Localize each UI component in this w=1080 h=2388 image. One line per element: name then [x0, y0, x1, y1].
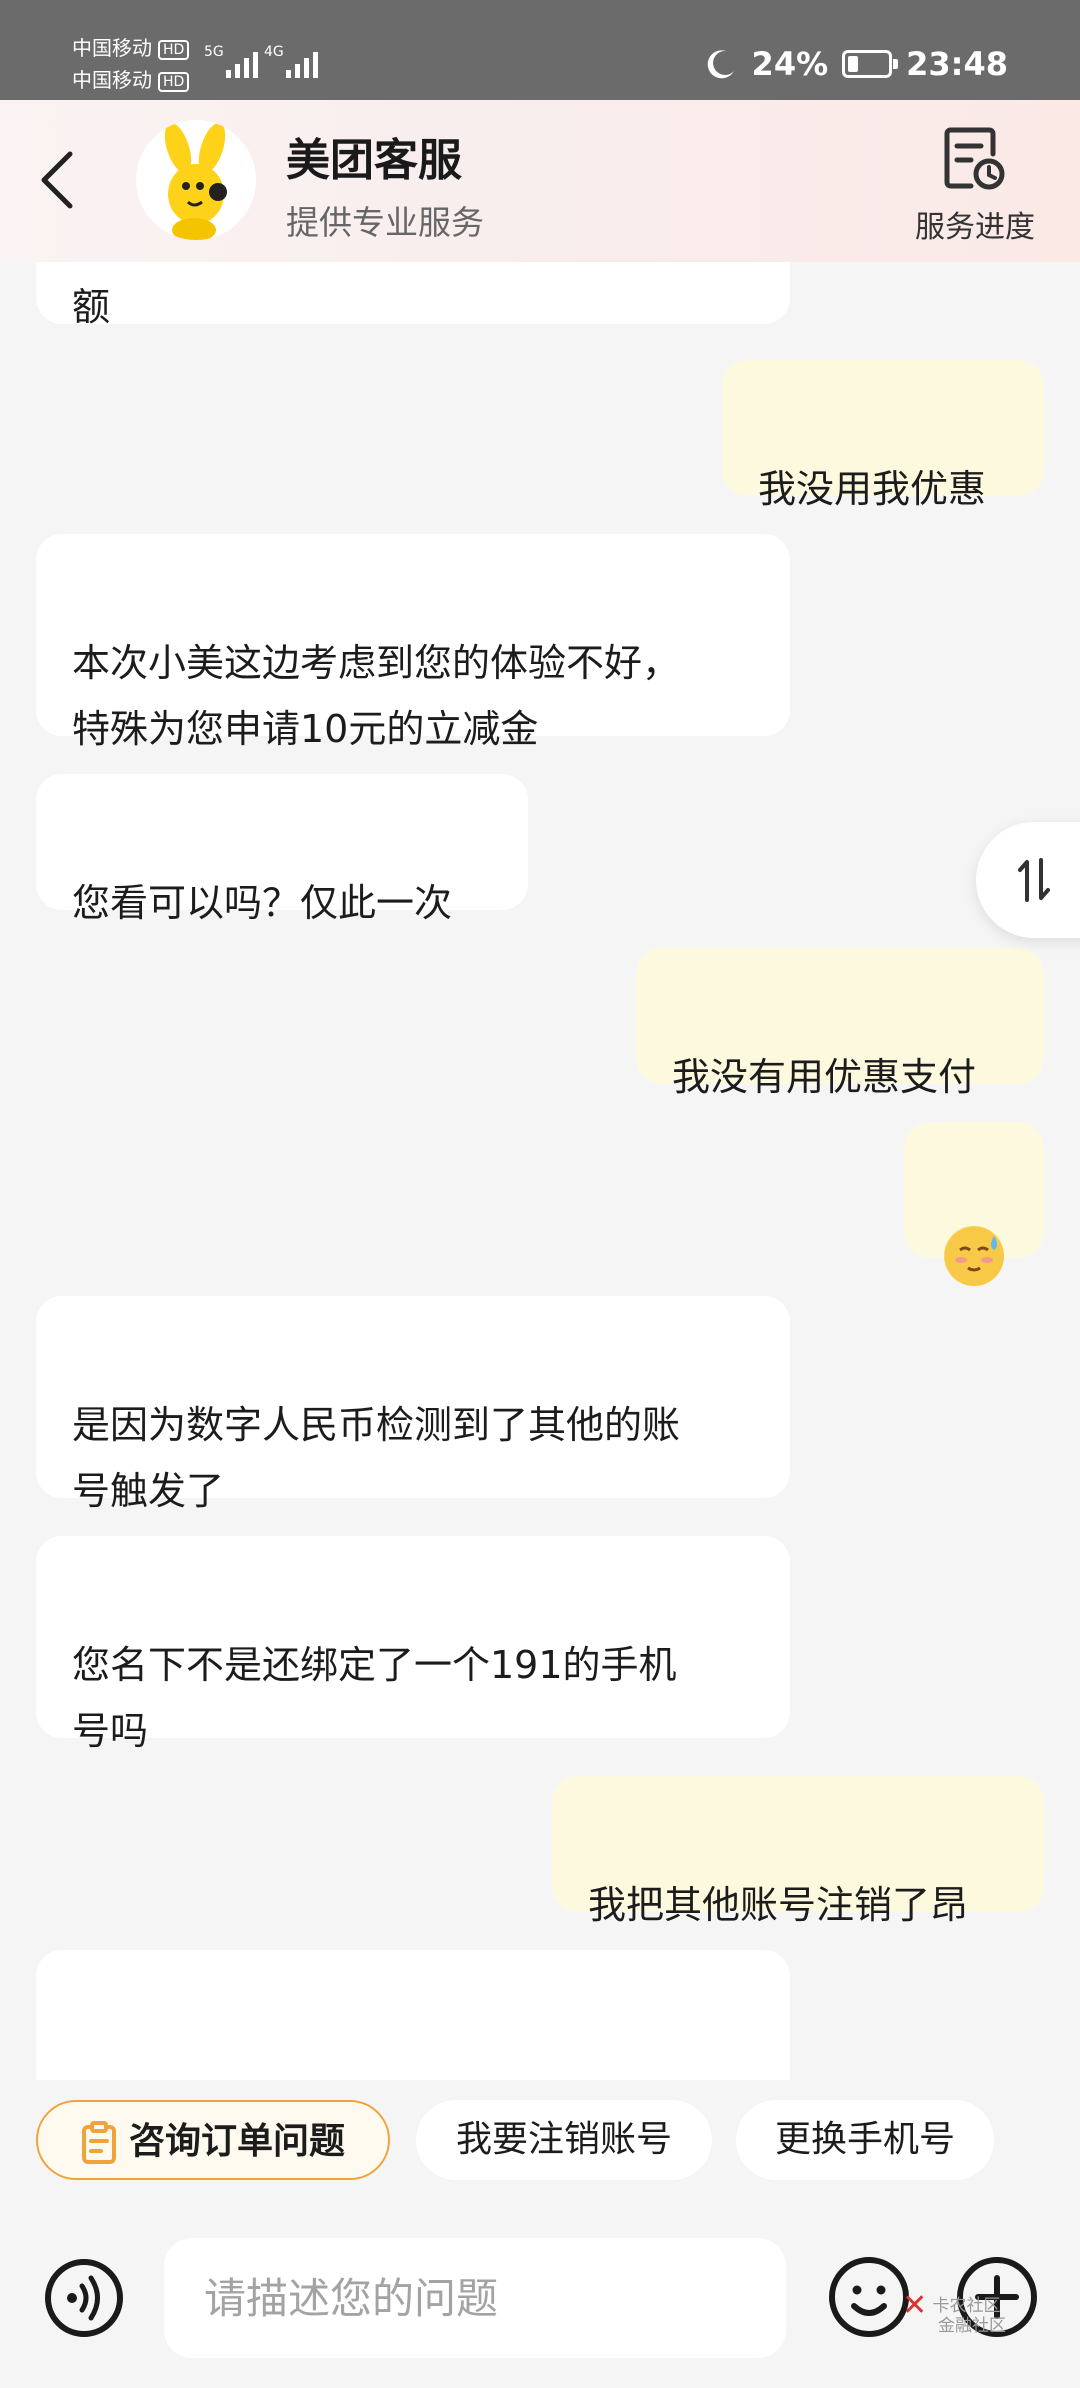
status-right: 24% 23:48	[704, 42, 1008, 86]
message-text: 本次小美这边考虑到您的体验不好， 特殊为您申请10元的立减金	[72, 641, 681, 751]
carrier-1: 中国移动 HD	[72, 36, 190, 60]
voice-icon	[45, 2259, 123, 2337]
agent-message: 您看可以吗？仅此一次	[36, 774, 528, 925]
service-progress-label: 服务进度	[915, 210, 1035, 245]
quick-reply-change-phone[interactable]: 更换手机号	[736, 2100, 994, 2180]
agent-message: 额	[36, 262, 790, 324]
watermark-subtext: 金融社区	[938, 2316, 1006, 2336]
message-text: 我没有用优惠支付	[672, 1055, 977, 1099]
quick-reply-label: 我要注销账号	[455, 2119, 672, 2160]
message-text: 是因为数字人民币检测到了其他的账 号触发了	[72, 1403, 681, 1513]
chevron-left-icon	[41, 151, 73, 209]
battery-percent: 24%	[751, 45, 829, 83]
moon-icon	[707, 50, 734, 79]
chat-header: 美团客服 提供专业服务 服务进度	[0, 100, 1080, 262]
quick-reply-label: 更换手机号	[774, 2119, 955, 2160]
emoji-button[interactable]	[828, 2256, 910, 2338]
watermark-logo-icon: ✕	[902, 2288, 928, 2323]
signal-icon-1	[226, 44, 258, 78]
agent-message: 是因为数字人民币检测到了其他的账 号触发了	[36, 1296, 790, 1513]
scroll-toggle-button[interactable]	[976, 822, 1080, 938]
network-4g-label: 4G	[264, 44, 284, 60]
message-text: 我没用我优惠	[758, 467, 987, 511]
message-text: 您看可以吗？仅此一次	[72, 881, 453, 925]
agent-message: 本次小美这边考虑到您的体验不好， 特殊为您申请10元的立减金	[36, 534, 790, 751]
avatar[interactable]	[136, 120, 256, 240]
hd-badge-2: HD	[158, 71, 190, 92]
signal-icon-2	[286, 44, 318, 78]
document-clock-icon	[944, 127, 1005, 190]
message-text: 额	[72, 285, 111, 324]
carrier-2-label: 中国移动	[72, 68, 152, 92]
network-5g-label: 5G	[204, 44, 224, 60]
message-input[interactable]	[164, 2238, 786, 2358]
quick-reply-order-question[interactable]: 咨询订单问题	[36, 2100, 390, 2180]
message-text: 您名下不是还绑定了一个191的手机 号吗	[72, 1643, 677, 1753]
status-bar: 中国移动 HD 中国移动 HD 5G 4G 24% 23:48	[0, 0, 1080, 100]
quick-reply-label: 咨询订单问题	[128, 2121, 345, 2162]
clipboard-icon	[81, 2121, 116, 2164]
user-message: 我没有用优惠支付	[636, 948, 1044, 1099]
kangaroo-mascot-icon	[164, 123, 227, 240]
message-list[interactable]: 额 我没用我优惠 本次小美这边考虑到您的体验不好， 特殊为您申请10元的立减金 …	[0, 262, 1080, 2080]
message-text: 我把其他账号注销了昂	[588, 1883, 969, 1927]
clock: 23:48	[906, 45, 1008, 83]
agent-message: 您名下不是还绑定了一个191的手机 号吗	[36, 1536, 790, 1753]
battery-icon	[842, 50, 899, 78]
quick-reply-bar: 咨询订单问题 我要注销账号 更换手机号	[0, 2100, 1080, 2184]
back-button[interactable]	[30, 140, 90, 220]
user-message: 我没用我优惠	[722, 360, 1044, 511]
watermark-text: 卡农社区	[932, 2296, 1001, 2316]
chat-subtitle: 提供专业服务	[286, 203, 484, 242]
watermark: ✕ 卡农社区 金融社区	[902, 2291, 1006, 2337]
sweat-smile-emoji	[944, 1226, 1004, 1286]
voice-button[interactable]	[44, 2258, 124, 2338]
swap-vertical-icon	[1018, 858, 1050, 902]
hd-badge-1: HD	[158, 39, 190, 60]
service-progress-button[interactable]: 服务进度	[910, 124, 1040, 246]
carrier-1-label: 中国移动	[72, 36, 152, 60]
user-message	[904, 1122, 1044, 1286]
carrier-2: 中国移动 HD	[72, 68, 190, 92]
chat-title: 美团客服	[286, 135, 462, 186]
smiley-icon	[829, 2257, 909, 2337]
quick-reply-close-account[interactable]: 我要注销账号	[416, 2100, 712, 2180]
agent-message	[36, 1950, 790, 2080]
input-bar: ✕ 卡农社区 金融社区	[0, 2200, 1080, 2388]
user-message: 我把其他账号注销了昂	[552, 1776, 1044, 1927]
